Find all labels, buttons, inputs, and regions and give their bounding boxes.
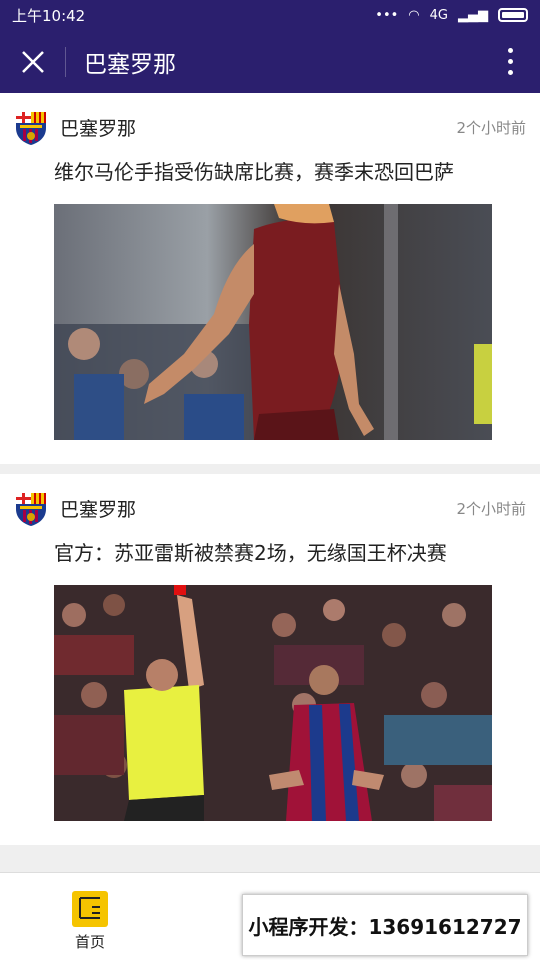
card-headline[interactable]: 维尔马伦手指受伤缺席比赛，赛季末恐回巴萨 <box>0 158 540 186</box>
promo-overlay: 小程序开发：13691612727 <box>242 894 528 956</box>
card-header: 巴塞罗那 2个小时前 <box>0 474 540 542</box>
tab-home[interactable]: 首页 <box>62 891 118 952</box>
card-headline[interactable]: 官方：苏亚雷斯被禁赛2场，无缘国王杯决赛 <box>0 539 540 567</box>
referee-photo-image <box>54 585 492 821</box>
battery-icon <box>498 8 528 22</box>
news-card[interactable]: 巴塞罗那 2个小时前 官方：苏亚雷斯被禁赛2场，无缘国王杯决赛 <box>0 474 540 845</box>
fc-barcelona-logo-icon <box>16 112 46 145</box>
news-photo[interactable] <box>54 204 492 440</box>
app-header: 巴塞罗那 <box>0 30 540 93</box>
player-photo-image <box>54 204 492 440</box>
page-title: 巴塞罗那 <box>84 51 176 78</box>
status-time: 上午10:42 <box>12 6 86 25</box>
fc-barcelona-logo-icon <box>16 493 46 526</box>
card-time: 2个小时前 <box>456 499 526 518</box>
news-card[interactable]: 巴塞罗那 2个小时前 维尔马伦手指受伤缺席比赛，赛季末恐回巴萨 <box>0 93 540 464</box>
home-icon <box>72 891 108 927</box>
news-feed: 巴塞罗那 2个小时前 维尔马伦手指受伤缺席比赛，赛季末恐回巴萨 巴塞罗那 2个小… <box>0 93 540 855</box>
more-dot-icon <box>507 48 513 53</box>
dots-icon: ••• <box>375 7 399 23</box>
wifi-icon: ◠ <box>408 7 420 23</box>
close-icon <box>21 50 44 73</box>
tab-home-label: 首页 <box>74 933 105 951</box>
more-menu-button[interactable] <box>480 30 540 93</box>
card-time: 2个小时前 <box>456 118 526 137</box>
network-type: 4G <box>429 7 448 23</box>
card-header: 巴塞罗那 2个小时前 <box>0 93 540 161</box>
more-dot-icon <box>507 70 513 75</box>
close-button[interactable] <box>0 46 66 77</box>
more-dot-icon <box>507 59 513 64</box>
card-source: 巴塞罗那 <box>60 117 137 140</box>
status-bar: 上午10:42 ••• ◠ 4G ▂▄▆ <box>0 0 540 30</box>
signal-icon: ▂▄▆ <box>458 7 488 23</box>
news-photo[interactable] <box>54 585 492 821</box>
status-icons: ••• ◠ 4G ▂▄▆ <box>375 8 528 23</box>
card-source: 巴塞罗那 <box>60 498 137 521</box>
